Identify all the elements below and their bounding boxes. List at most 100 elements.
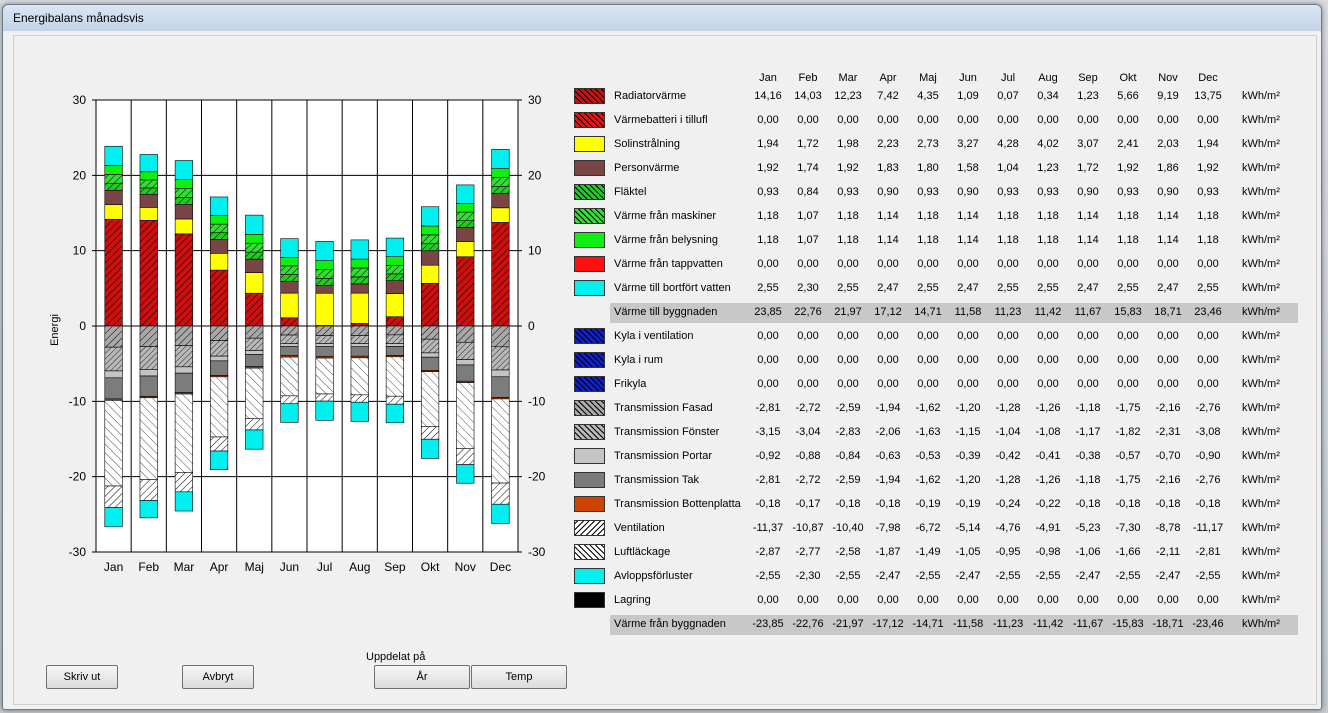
table-row: Transmission Fönster -3,15 -3,04 -2,83 -2,06…: [572, 423, 1298, 443]
table-cell: 17,12: [874, 306, 902, 318]
table-cell: -0,24: [995, 498, 1021, 510]
table-cell: -2,55: [915, 570, 941, 582]
unit-label: kWh/m²: [1242, 354, 1280, 366]
table-cell: -0,42: [995, 450, 1021, 462]
row-label: Ventilation: [614, 522, 665, 534]
table-cell: 18,71: [1154, 306, 1182, 318]
table-cell: 0,00: [1037, 594, 1059, 606]
table-cell: 0,00: [917, 114, 939, 126]
row-label: Värme från byggnaden: [614, 618, 726, 630]
table-cell: -1,05: [955, 546, 981, 558]
table-cell: -0,18: [1075, 498, 1101, 510]
title-bar[interactable]: Energibalans månadsvis: [3, 5, 1321, 31]
table-row: Transmission Fasad -2,81 -2,72 -2,59 -1,94 -1…: [572, 399, 1298, 419]
table-cell: -2,55: [1035, 570, 1061, 582]
legend-swatch: [574, 496, 605, 512]
unit-label: kWh/m²: [1242, 330, 1280, 342]
table-cell: -0,90: [1195, 450, 1221, 462]
unit-label: kWh/m²: [1242, 90, 1280, 102]
table-cell: 0,00: [997, 594, 1019, 606]
table-cell: 1,04: [997, 162, 1019, 174]
table-cell: 1,23: [1077, 90, 1099, 102]
table-cell: 0,00: [877, 114, 899, 126]
table-cell: -0,22: [1035, 498, 1061, 510]
table-cell: -1,06: [1075, 546, 1101, 558]
column-header: Aug: [1038, 72, 1058, 84]
row-label: Transmission Bottenplatta: [614, 498, 741, 510]
table-cell: 0,00: [1157, 258, 1179, 270]
row-label: Lagring: [614, 594, 651, 606]
column-header: Dec: [1198, 72, 1218, 84]
table-cell: -1,20: [955, 402, 981, 414]
column-header: Okt: [1119, 72, 1137, 84]
table-cell: 4,35: [917, 90, 939, 102]
column-header: Feb: [798, 72, 818, 84]
table-cell: 0,00: [1077, 378, 1099, 390]
table-row: Värme från tappvatten 0,00 0,00 0,00 0,00 0,0…: [572, 255, 1298, 275]
table-cell: -11,23: [992, 618, 1024, 630]
table-cell: 0,00: [757, 258, 779, 270]
cancel-button[interactable]: Avbryt: [182, 665, 254, 689]
table-cell: -0,70: [1155, 450, 1181, 462]
table-cell: 3,27: [957, 138, 979, 150]
table-cell: -2,76: [1195, 402, 1221, 414]
table-cell: 0,00: [1117, 378, 1139, 390]
table-cell: -3,08: [1195, 426, 1221, 438]
year-button[interactable]: År: [374, 665, 470, 689]
legend-swatch: [574, 232, 605, 248]
table-cell: -1,20: [955, 474, 981, 486]
unit-label: kWh/m²: [1242, 258, 1280, 270]
table-cell: -8,78: [1155, 522, 1181, 534]
table-cell: 0,00: [997, 330, 1019, 342]
legend-swatch: [574, 376, 605, 392]
temp-button[interactable]: Temp: [471, 665, 567, 689]
table-cell: 0,00: [917, 330, 939, 342]
legend-swatch: [574, 352, 605, 368]
row-label: Transmission Fasad: [614, 402, 713, 414]
table-cell: 1,14: [877, 234, 899, 246]
table-cell: -2,81: [755, 474, 781, 486]
table-cell: 0,00: [877, 594, 899, 606]
table-cell: 1,09: [957, 90, 979, 102]
table-cell: 0,00: [757, 114, 779, 126]
table-cell: -15,83: [1112, 618, 1144, 630]
legend-swatch: [574, 112, 605, 128]
table-cell: -2,77: [795, 546, 821, 558]
table-cell: -4,76: [995, 522, 1021, 534]
table-cell: 0,00: [1197, 330, 1219, 342]
table-row: Frikyla 0,00 0,00 0,00 0,00 0,00 0,00 0,00 0,00 0…: [572, 375, 1298, 395]
table-cell: 2,55: [837, 282, 859, 294]
table-cell: 0,00: [877, 330, 899, 342]
table-cell: 1,18: [837, 210, 859, 222]
table-cell: -2,55: [1115, 570, 1141, 582]
row-label: Värmebatteri i tillufl: [614, 114, 708, 126]
table-cell: -2,81: [1195, 546, 1221, 558]
table-cell: -1,28: [995, 402, 1021, 414]
column-header: Jan: [759, 72, 777, 84]
table-cell: 1,86: [1157, 162, 1179, 174]
table-cell: 0,93: [997, 186, 1019, 198]
table-cell: -14,71: [912, 618, 944, 630]
table-cell: 0,90: [877, 186, 899, 198]
table-row: Lagring 0,00 0,00 0,00 0,00 0,00 0,00 0,00 0,00 0…: [572, 591, 1298, 611]
table-cell: 1,18: [1197, 234, 1219, 246]
unit-label: kWh/m²: [1242, 594, 1280, 606]
table-cell: 0,00: [1037, 354, 1059, 366]
print-button[interactable]: Skriv ut: [46, 665, 118, 689]
table-cell: -1,94: [875, 474, 901, 486]
table-cell: 1,14: [877, 210, 899, 222]
table-cell: -2,58: [835, 546, 861, 558]
table-cell: -0,53: [915, 450, 941, 462]
row-label: Avloppsförluster: [614, 570, 693, 582]
table-cell: 0,00: [837, 258, 859, 270]
split-by-label: Uppdelat på: [366, 651, 426, 663]
table-cell: 0,00: [917, 378, 939, 390]
table-cell: -1,82: [1115, 426, 1141, 438]
table-cell: -2,59: [835, 402, 861, 414]
table-cell: 0,00: [837, 330, 859, 342]
table-cell: -11,37: [752, 522, 784, 534]
table-cell: 0,00: [1037, 114, 1059, 126]
table-cell: 0,84: [797, 186, 819, 198]
row-label: Solinstrålning: [614, 138, 681, 150]
table-cell: 0,00: [797, 258, 819, 270]
